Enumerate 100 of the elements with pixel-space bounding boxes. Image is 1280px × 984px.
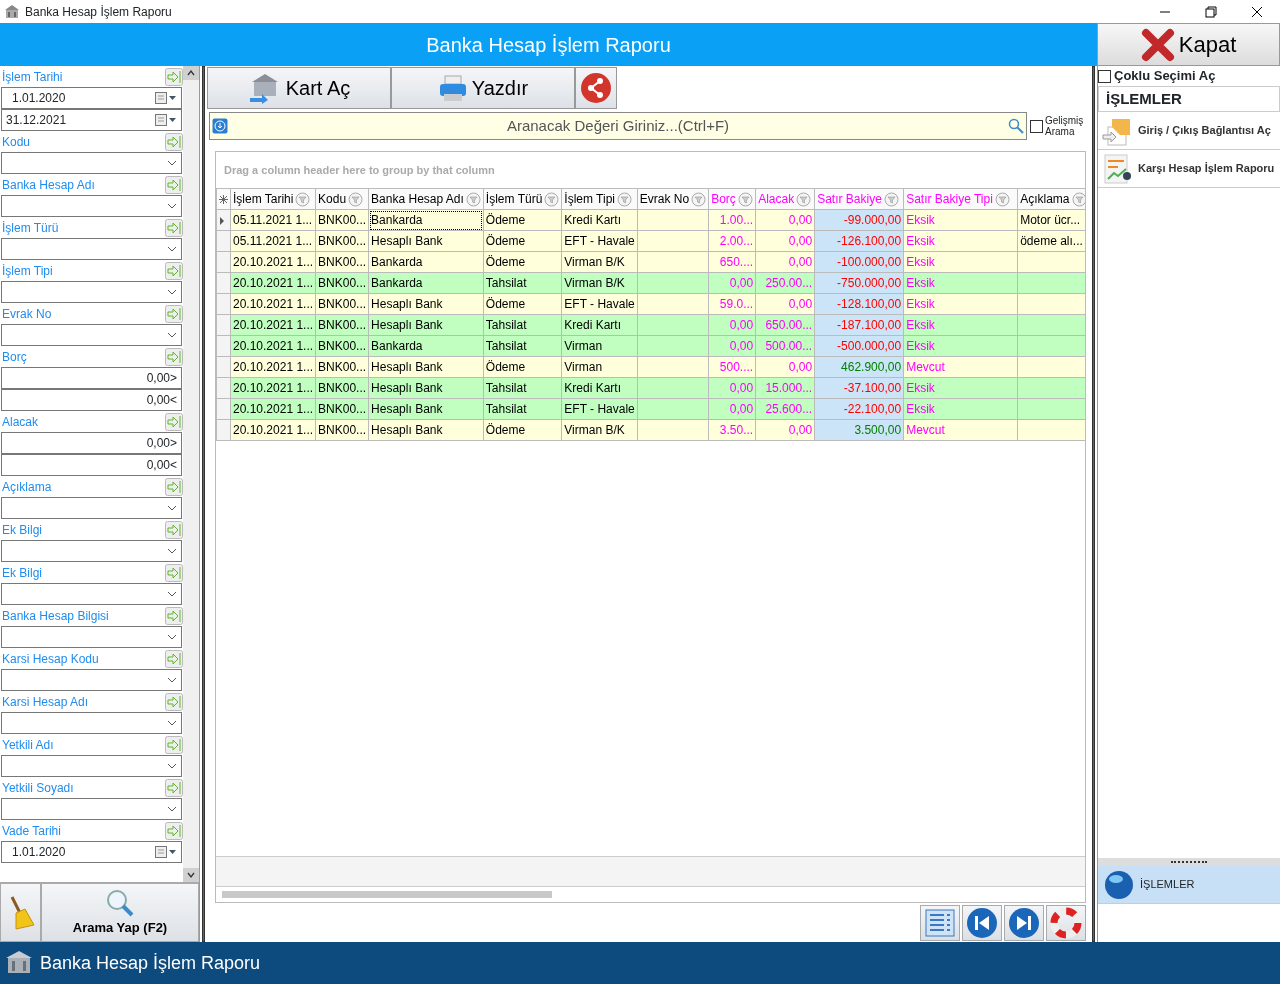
chevron-down-icon[interactable]: [167, 332, 177, 338]
apply-filter-icon[interactable]: [165, 218, 183, 237]
close-button[interactable]: Kapat: [1097, 23, 1280, 66]
filter-combo[interactable]: [1, 152, 182, 174]
number-field[interactable]: 0,00>: [1, 367, 182, 389]
row-indicator[interactable]: [216, 209, 231, 231]
chevron-down-icon[interactable]: [167, 203, 177, 209]
filter-combo[interactable]: [1, 497, 182, 519]
open-card-button[interactable]: Kart Aç: [207, 67, 391, 109]
table-cell: 0,00: [755, 293, 815, 315]
chevron-down-icon[interactable]: [167, 289, 177, 295]
scrollbar[interactable]: [183, 66, 199, 882]
column-header[interactable]: Açıklama: [1017, 188, 1085, 210]
chevron-down-icon[interactable]: [167, 246, 177, 252]
filter-combo[interactable]: [1, 669, 182, 691]
filter-label: Evrak No: [2, 305, 52, 323]
multi-select-checkbox[interactable]: [1098, 69, 1111, 83]
filter-icon[interactable]: [544, 191, 560, 207]
table-cell: Bankarda: [368, 251, 484, 273]
calendar-icon[interactable]: [155, 846, 177, 858]
number-field[interactable]: 0,00<: [1, 389, 182, 411]
filter-icon[interactable]: [737, 191, 753, 207]
filter-combo[interactable]: [1, 324, 182, 346]
table-cell: Ödeme: [483, 251, 562, 273]
filter-combo[interactable]: [1, 540, 182, 562]
filter-icon[interactable]: [796, 191, 812, 207]
chevron-down-icon[interactable]: [167, 634, 177, 640]
filter-icon[interactable]: [465, 191, 481, 207]
first-record-button[interactable]: [962, 904, 1002, 941]
table-cell: Hesaplı Bank: [368, 398, 484, 420]
column-list-button[interactable]: [920, 904, 960, 941]
action-item[interactable]: Karşı Hesap İşlem Raporu: [1098, 150, 1280, 188]
table-cell: Bankarda: [368, 209, 484, 231]
column-header[interactable]: İşlem Tarihi: [230, 188, 316, 210]
date-field[interactable]: 31.12.2021: [1, 109, 182, 131]
table-cell: 0,00: [708, 335, 756, 357]
apply-filter-icon[interactable]: [165, 606, 183, 625]
number-field[interactable]: 0,00<: [1, 454, 182, 476]
print-button[interactable]: Yazdır: [391, 67, 575, 109]
filter-icon[interactable]: [617, 191, 632, 207]
apply-filter-icon[interactable]: [165, 649, 183, 668]
date-field[interactable]: 1.01.2020: [1, 87, 182, 109]
filter-combo[interactable]: [1, 583, 182, 605]
help-button[interactable]: [1046, 904, 1086, 941]
apply-filter-icon[interactable]: [165, 261, 183, 280]
apply-filter-icon[interactable]: [165, 563, 183, 582]
column-header[interactable]: Banka Hesap Adı: [368, 188, 484, 210]
advanced-search-checkbox[interactable]: [1030, 119, 1043, 133]
share-button[interactable]: [575, 67, 617, 109]
group-hint: Drag a column header here to group by that column: [224, 162, 495, 178]
apply-filter-icon[interactable]: [165, 477, 183, 496]
filter-combo[interactable]: [1, 798, 182, 820]
chevron-down-icon[interactable]: [167, 591, 177, 597]
apply-filter-icon[interactable]: [165, 778, 183, 797]
clear-button[interactable]: [0, 883, 41, 942]
filter-combo[interactable]: [1, 195, 182, 217]
filter-icon[interactable]: [295, 191, 311, 207]
search-icon[interactable]: [1008, 118, 1024, 134]
column-header[interactable]: Kodu: [315, 188, 369, 210]
chevron-down-icon[interactable]: [167, 160, 177, 166]
last-record-button[interactable]: [1004, 904, 1044, 941]
filter-combo[interactable]: [1, 755, 182, 777]
apply-filter-icon[interactable]: [165, 175, 183, 194]
date-field[interactable]: 1.01.2020: [1, 841, 182, 863]
filter-combo[interactable]: [1, 238, 182, 260]
calendar-icon[interactable]: [155, 92, 177, 104]
table-cell: Virman: [561, 335, 638, 357]
chevron-down-icon[interactable]: [167, 806, 177, 812]
number-field[interactable]: 0,00>: [1, 432, 182, 454]
filter-combo[interactable]: [1, 626, 182, 648]
group-item[interactable]: İŞLEMLER: [1098, 866, 1280, 904]
filter-label: Karsi Hesap Adı: [2, 693, 89, 711]
column-header[interactable]: Evrak No: [637, 188, 709, 210]
apply-filter-icon[interactable]: [165, 821, 183, 840]
chevron-down-icon[interactable]: [167, 505, 177, 511]
chevron-down-icon[interactable]: [167, 548, 177, 554]
apply-filter-icon[interactable]: [165, 735, 183, 754]
filter-icon[interactable]: [348, 191, 364, 207]
apply-filter-icon[interactable]: [165, 304, 183, 323]
apply-filter-icon[interactable]: [165, 520, 183, 539]
apply-filter-icon[interactable]: [165, 132, 183, 151]
filter-icon[interactable]: [883, 191, 899, 207]
column-header[interactable]: İşlem Türü: [483, 188, 562, 210]
filter-icon[interactable]: [691, 191, 707, 207]
filter-icon[interactable]: [1071, 191, 1085, 207]
column-header[interactable]: İşlem Tipi: [561, 188, 638, 210]
action-item[interactable]: Giriş / Çıkış Bağlantısı Aç: [1098, 112, 1280, 150]
search-button[interactable]: Arama Yap (F2): [41, 883, 199, 942]
filter-icon[interactable]: [994, 191, 1010, 207]
apply-filter-icon[interactable]: [165, 692, 183, 711]
table-cell: 1.00...: [708, 209, 756, 231]
filter-combo[interactable]: [1, 281, 182, 303]
chevron-down-icon[interactable]: [167, 720, 177, 726]
filter-combo[interactable]: [1, 712, 182, 734]
table-cell: Tahsilat: [483, 272, 562, 294]
calendar-icon[interactable]: [155, 114, 177, 126]
apply-filter-icon[interactable]: [165, 347, 183, 366]
apply-filter-icon[interactable]: [165, 412, 183, 431]
chevron-down-icon[interactable]: [167, 763, 177, 769]
chevron-down-icon[interactable]: [167, 677, 177, 683]
